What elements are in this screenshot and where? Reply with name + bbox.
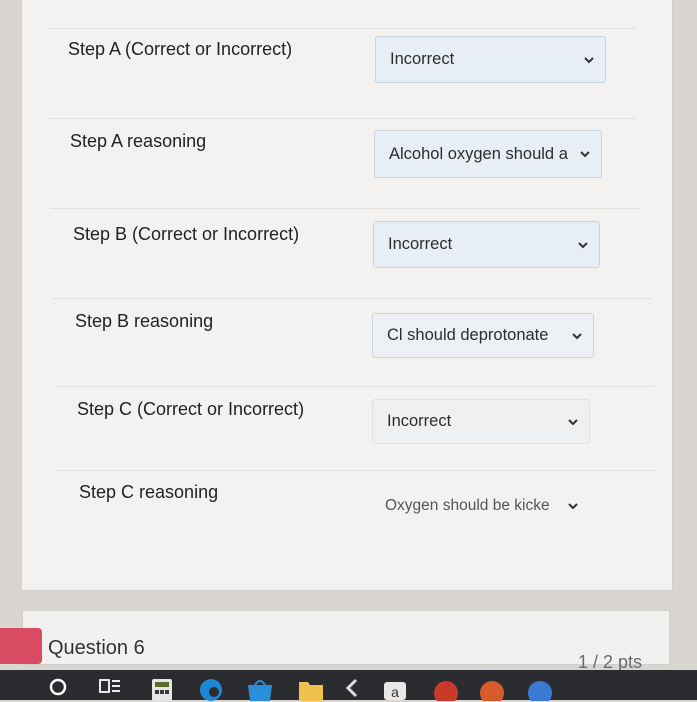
step-b-reasoning-select-value: Cl should deprotonate <box>387 326 549 344</box>
step-a-select-value: Incorrect <box>390 50 455 68</box>
chevron-down-icon <box>578 241 588 248</box>
edge-icon[interactable] <box>198 677 224 701</box>
divider <box>52 298 652 299</box>
divider <box>50 208 640 209</box>
back-icon[interactable] <box>344 677 360 699</box>
step-c-select[interactable]: Incorrect <box>372 399 590 444</box>
step-c-reasoning-label: Step C reasoning <box>79 482 219 502</box>
step-a-label: Step A (Correct or Incorrect) <box>68 39 293 59</box>
chevron-down-icon <box>568 418 578 425</box>
app-icon-letter: a <box>391 684 399 700</box>
calculator-icon[interactable] <box>150 677 174 701</box>
question-flag-tab[interactable] <box>0 628 42 664</box>
search-circle-icon[interactable] <box>48 677 68 697</box>
app-icon-circle[interactable] <box>432 677 460 701</box>
chevron-down-icon <box>568 503 578 510</box>
question-title: Question 6 <box>48 637 145 659</box>
chevron-down-icon <box>584 56 594 63</box>
step-b-label: Step B (Correct or Incorrect) <box>73 224 300 244</box>
step-c-reasoning-select[interactable]: Oxygen should be kicke <box>370 484 590 528</box>
app-icon[interactable]: a <box>384 682 406 700</box>
app-icon-circle-2[interactable] <box>478 677 506 701</box>
step-b-reasoning-label: Step B reasoning <box>75 311 214 331</box>
divider <box>46 28 636 29</box>
step-b-select-value: Incorrect <box>388 235 453 253</box>
folder-icon[interactable] <box>298 677 324 701</box>
store-icon[interactable] <box>246 677 274 701</box>
step-b-select[interactable]: Incorrect <box>373 221 600 268</box>
step-a-reasoning-label: Step A reasoning <box>70 131 207 151</box>
step-a-reasoning-select-value: Alcohol oxygen should a <box>389 144 568 163</box>
divider <box>46 118 636 119</box>
step-a-select[interactable]: Incorrect <box>375 36 606 83</box>
app-icon-circle-3[interactable] <box>526 677 554 701</box>
divider <box>54 386 654 387</box>
divider <box>56 470 656 471</box>
step-a-reasoning-select[interactable]: Alcohol oxygen should a <box>374 130 602 178</box>
step-c-label: Step C (Correct or Incorrect) <box>77 399 305 419</box>
step-b-reasoning-select[interactable]: Cl should deprotonate <box>372 313 594 358</box>
chevron-down-icon <box>580 151 590 158</box>
chevron-down-icon <box>572 332 582 339</box>
step-c-reasoning-select-value: Oxygen should be kicke <box>385 497 550 514</box>
step-c-select-value: Incorrect <box>387 412 452 430</box>
task-view-icon[interactable] <box>98 677 122 697</box>
